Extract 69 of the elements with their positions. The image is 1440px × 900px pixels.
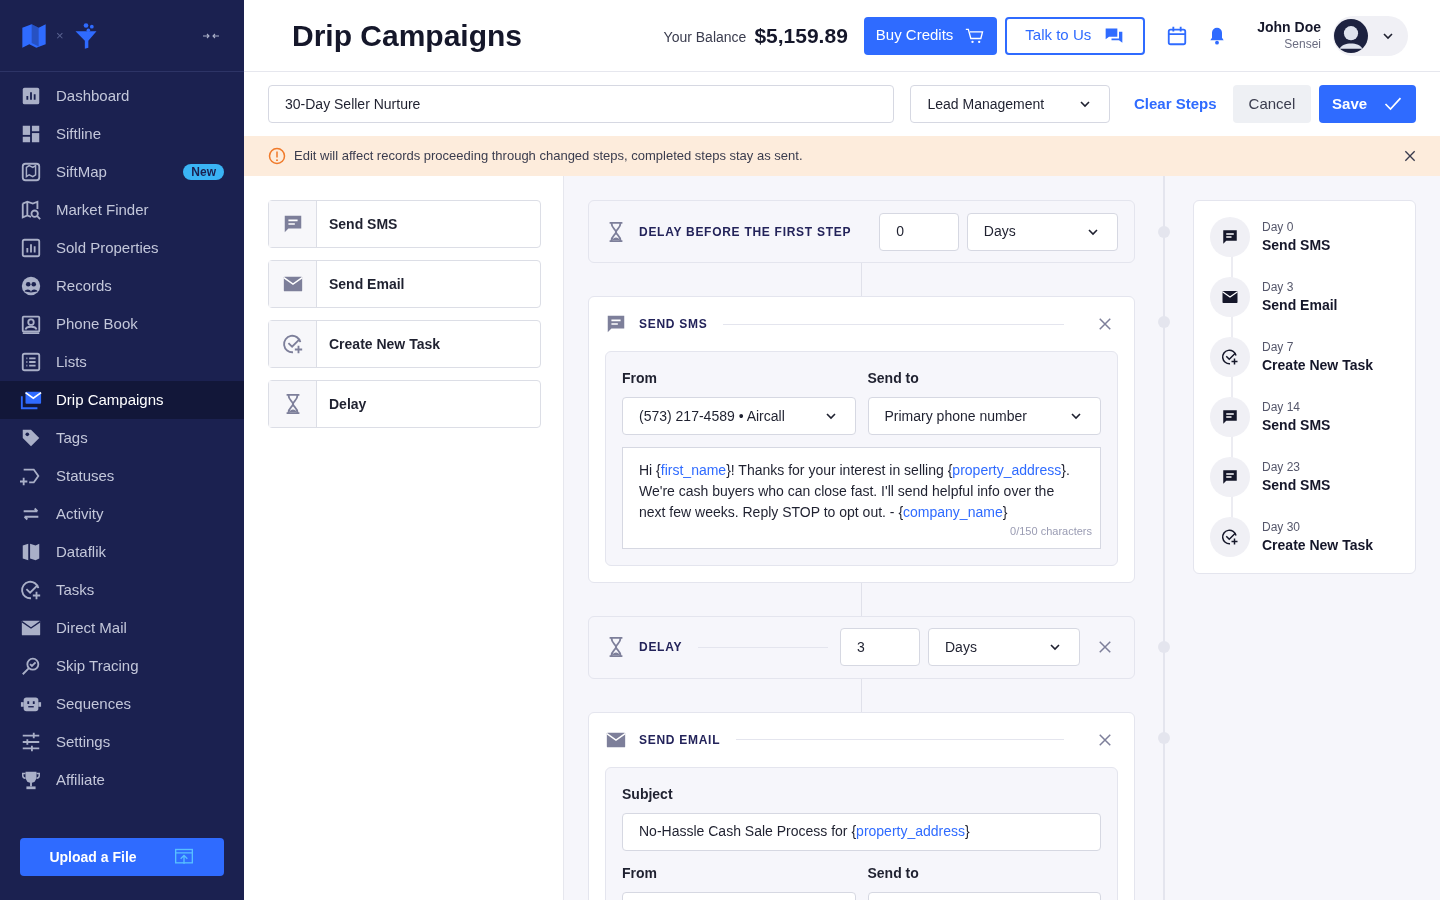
step-name: Send Email <box>1262 296 1338 315</box>
logo-separator: × <box>56 26 64 45</box>
step-title: SEND SMS <box>639 316 708 333</box>
delay-amount-field[interactable]: 3 <box>840 628 920 666</box>
step-type-button[interactable]: Send SMS <box>268 200 541 248</box>
delay-amount-field[interactable]: 0 <box>879 212 959 251</box>
save-button[interactable]: Save <box>1319 85 1416 123</box>
user-role: Sensei <box>1284 35 1321 53</box>
field-label: Send to <box>867 863 920 883</box>
talk-to-us-button[interactable]: Talk to Us <box>1005 16 1146 55</box>
step-day: Day 0 <box>1262 219 1331 235</box>
step-day: Day 14 <box>1262 399 1331 415</box>
sidebar-item[interactable]: Sequences <box>0 685 244 723</box>
sidebar-item[interactable]: Affiliate <box>0 761 244 799</box>
sidebar-item[interactable]: Records <box>0 267 244 305</box>
sidebar-item[interactable]: Tags <box>0 419 244 457</box>
cancel-button[interactable]: Cancel <box>1232 85 1312 123</box>
step-type-button[interactable]: Send Email <box>268 260 541 308</box>
step-name: Create New Task <box>1262 356 1373 375</box>
recipient-select[interactable]: Primary phone number <box>867 397 1101 435</box>
subject-field[interactable]: No-Hassle Cash Sale Process for {property_address} <box>622 812 1101 851</box>
sidebar-item[interactable]: Dashboard <box>0 77 244 115</box>
sidebar-item[interactable]: Lists <box>0 343 244 381</box>
campaign-name-field[interactable]: 30-Day Seller Nurture <box>268 85 895 123</box>
user-name: John Doe <box>1257 18 1321 35</box>
step-title: DELAY <box>639 639 683 656</box>
delay-unit-select[interactable]: Days <box>928 628 1080 666</box>
step-name: Create New Task <box>1262 536 1373 555</box>
character-counter: 0/150 characters <box>1010 524 1092 539</box>
field-label: Subject <box>622 784 674 804</box>
sidebar-item[interactable]: Tasks <box>0 571 244 609</box>
step-name: Send SMS <box>1262 236 1331 255</box>
step-title: DELAY BEFORE THE FIRST STEP <box>639 223 852 241</box>
field-label: From <box>622 863 658 883</box>
step-name: Send SMS <box>1262 416 1331 435</box>
sidebar-item[interactable]: Skip Tracing <box>0 647 244 685</box>
field-label: Send to <box>867 369 920 388</box>
delay-unit-select[interactable]: Days <box>966 212 1118 251</box>
sidebar-item[interactable]: Sold Properties <box>0 229 244 267</box>
field-label: From <box>622 369 658 388</box>
sidebar-item[interactable]: Drip Campaigns <box>0 381 244 419</box>
buy-credits-button[interactable]: Buy Credits <box>863 16 998 55</box>
sidebar-item[interactable]: Market Finder <box>0 191 244 229</box>
step-day: Day 30 <box>1262 519 1373 535</box>
balance-amount: $5,159.89 <box>754 22 848 49</box>
sidebar-item[interactable]: Phone Book <box>0 305 244 343</box>
step-day: Day 7 <box>1262 339 1373 355</box>
step-name: Send SMS <box>1262 476 1331 495</box>
step-day: Day 23 <box>1262 459 1331 475</box>
step-type-button[interactable]: Create New Task <box>268 320 541 368</box>
sidebar-item[interactable]: Siftline <box>0 115 244 153</box>
category-select[interactable]: Lead Management <box>910 85 1110 123</box>
clear-steps-link[interactable]: Clear Steps <box>1134 92 1217 116</box>
page-title: Drip Campaigns <box>292 18 524 54</box>
sidebar-item[interactable]: Activity <box>0 495 244 533</box>
upload-file-button[interactable]: Upload a File <box>20 838 224 876</box>
sidebar-item[interactable]: Settings <box>0 723 244 761</box>
sidebar-item[interactable]: Statuses <box>0 457 244 495</box>
message-text: Hi {first_name}! Thanks for your interest in selling {property_address}. We're cash buyers who can close fast. I'll send helpful info over the next few weeks. Reply STOP to opt out. - {company_name} <box>639 461 1071 522</box>
balance-label: Your Balance <box>663 28 747 47</box>
warning-message: Edit will affect records proceeding through changed steps, completed steps stay as sent. <box>294 147 804 166</box>
sidebar-item[interactable]: SiftMap New <box>0 153 244 191</box>
new-badge: New <box>183 164 224 180</box>
step-day: Day 3 <box>1262 279 1338 295</box>
sender-select[interactable]: (573) 217-4589 • Aircall <box>622 397 856 435</box>
step-type-button[interactable]: Delay <box>268 380 541 428</box>
sidebar-item[interactable]: Dataflik <box>0 533 244 571</box>
step-title: SEND EMAIL <box>639 731 721 749</box>
sidebar-item[interactable]: Direct Mail <box>0 609 244 647</box>
